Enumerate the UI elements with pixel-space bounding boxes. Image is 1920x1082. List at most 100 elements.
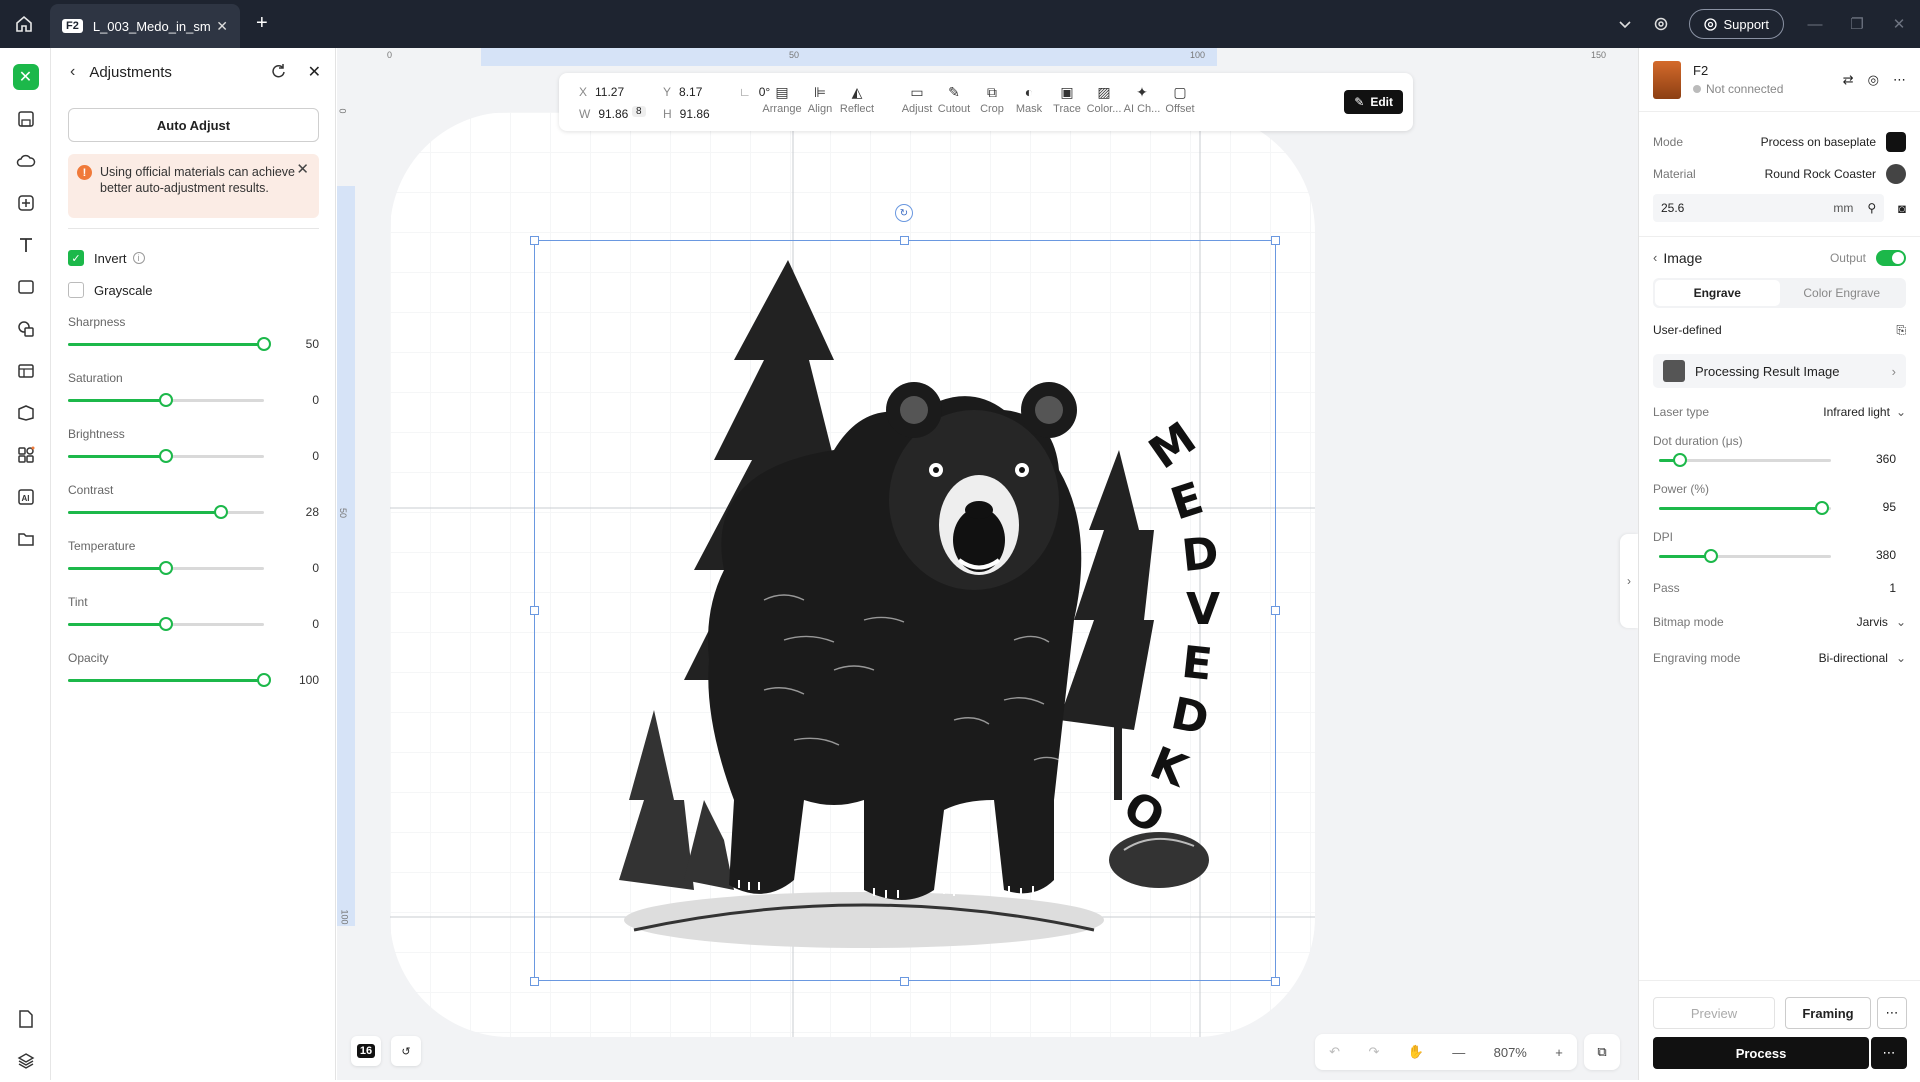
power-slider[interactable]: Power (%) 95 [1639, 476, 1920, 524]
chevron-down-icon[interactable] [1607, 6, 1643, 42]
minimize-icon[interactable]: — [1794, 16, 1836, 33]
thickness-input[interactable]: 25.6 mm ⚲ [1653, 194, 1885, 222]
back-chevron-icon[interactable]: ‹ [1653, 250, 1657, 265]
home-button[interactable] [0, 0, 48, 48]
resize-handle[interactable] [530, 977, 539, 986]
more-options-icon[interactable]: ⋯ [1893, 72, 1906, 88]
slider-value[interactable]: 0 [279, 393, 319, 407]
slider-thumb[interactable] [159, 617, 173, 631]
dot-duration-slider[interactable]: Dot duration (μs) 360 [1639, 428, 1920, 476]
slider-value[interactable]: 28 [279, 505, 319, 519]
slider-contrast[interactable]: Contrast 28 [68, 475, 319, 531]
slider-opacity[interactable]: Opacity 100 [68, 643, 319, 699]
edit-button[interactable]: ✎ Edit [1344, 90, 1403, 114]
rotate-handle-icon[interactable]: ↻ [895, 204, 913, 222]
selection-box[interactable] [534, 240, 1276, 981]
slider-value[interactable]: 50 [279, 337, 319, 351]
slider-thumb[interactable] [159, 393, 173, 407]
collapse-right-panel-icon[interactable]: › [1620, 534, 1638, 628]
slider-track[interactable] [68, 337, 271, 351]
material-row[interactable]: Material Round Rock Coaster [1639, 158, 1920, 190]
grayscale-checkbox[interactable] [68, 282, 84, 298]
undo-icon[interactable]: ↶ [1329, 1044, 1340, 1060]
document-tab[interactable]: F2 L_003_Medo_in_smr... ✕ [50, 4, 240, 48]
duplicate-icon[interactable]: ⧉ [1584, 1034, 1620, 1070]
invert-checkbox-row[interactable]: ✓ Invert i [68, 249, 319, 267]
slider-value[interactable]: 0 [279, 449, 319, 463]
slider-track[interactable] [68, 561, 264, 575]
resize-handle[interactable] [530, 606, 539, 615]
auto-adjust-button[interactable]: Auto Adjust [68, 108, 319, 142]
layers-stack-icon[interactable] [0, 1040, 51, 1082]
slider-sharpness[interactable]: Sharpness 50 [68, 307, 319, 363]
framing-button[interactable]: Framing [1785, 997, 1871, 1029]
preset-select[interactable]: User-defined ⎘ [1639, 314, 1920, 346]
pan-hand-icon[interactable]: ✋ [1408, 1044, 1424, 1060]
output-toggle[interactable] [1876, 249, 1906, 266]
process-more-button[interactable]: ⋯ [1871, 1037, 1907, 1069]
slider-thumb[interactable] [159, 449, 173, 463]
tab-close-icon[interactable]: ✕ [216, 18, 228, 35]
ai-image-icon[interactable]: AI [0, 476, 51, 518]
document-layers-icon[interactable] [0, 998, 51, 1040]
material-library-icon[interactable] [0, 392, 51, 434]
add-element-icon[interactable] [0, 182, 51, 224]
app-logo-icon[interactable]: ✕ [0, 56, 51, 98]
y-field[interactable]: Y 8.17 [663, 85, 702, 99]
tab-engrave[interactable]: Engrave [1655, 280, 1780, 306]
slider-track[interactable] [68, 505, 264, 519]
maximize-icon[interactable]: ❐ [1836, 15, 1878, 33]
slider-thumb[interactable] [159, 561, 173, 575]
resize-handle[interactable] [900, 236, 909, 245]
preview-button[interactable]: Preview [1653, 997, 1775, 1029]
dpi-slider[interactable]: DPI 380 [1639, 524, 1920, 572]
camera-icon[interactable]: ◙ [1898, 201, 1906, 216]
tab-color-engrave[interactable]: Color Engrave [1780, 280, 1905, 306]
device-header[interactable]: F2 Not connected ⇄ ◎ ⋯ [1639, 48, 1920, 112]
slider-tint[interactable]: Tint 0 [68, 587, 319, 643]
resize-handle[interactable] [1271, 977, 1280, 986]
zoom-level[interactable]: 807% [1494, 1045, 1527, 1060]
slider-value[interactable]: 100 [279, 673, 319, 687]
device-settings-icon[interactable]: ◎ [1868, 72, 1879, 88]
framing-more-button[interactable]: ⋯ [1877, 997, 1907, 1029]
close-panel-icon[interactable]: ✕ [308, 62, 321, 82]
close-window-icon[interactable]: ✕ [1878, 15, 1920, 33]
history-icon[interactable]: ↺ [391, 1036, 421, 1066]
slider-value[interactable]: 0 [279, 617, 319, 631]
notice-close-icon[interactable]: ✕ [296, 162, 309, 178]
invert-checkbox[interactable]: ✓ [68, 250, 84, 266]
info-icon[interactable]: i [132, 252, 145, 264]
tool-reflect[interactable]: ◭ Reflect [834, 81, 880, 116]
settings-gear-icon[interactable] [1643, 6, 1679, 42]
save-icon[interactable] [0, 98, 51, 140]
resize-handle[interactable] [1271, 236, 1280, 245]
zoom-in-icon[interactable]: + [1555, 1045, 1563, 1060]
bitmap-mode-row[interactable]: Bitmap mode Jarvis ⌄ [1639, 606, 1920, 638]
coaster-work-area[interactable]: M E D V E D K O ↻ [390, 112, 1315, 1037]
resize-handle[interactable] [900, 977, 909, 986]
zoom-out-icon[interactable]: — [1452, 1045, 1465, 1060]
shapes-icon[interactable] [0, 308, 51, 350]
resize-handle[interactable] [1271, 606, 1280, 615]
x-field[interactable]: X 11.27 [579, 85, 624, 99]
grayscale-checkbox-row[interactable]: Grayscale [68, 281, 319, 299]
width-field[interactable]: W 91.86 [579, 107, 628, 121]
redo-icon[interactable]: ↷ [1368, 1044, 1379, 1060]
canvas-area[interactable]: 0 50 100 150 0 50 100 M E D V E D K O ↻ … [337, 48, 1638, 1080]
slider-thumb[interactable] [257, 337, 271, 351]
mode-row[interactable]: Mode Process on baseplate [1639, 126, 1920, 158]
slider-saturation[interactable]: Saturation 0 [68, 363, 319, 419]
slider-track[interactable] [68, 393, 264, 407]
tool-offset[interactable]: ▢ Offset [1157, 81, 1203, 116]
new-tab-button[interactable]: + [256, 12, 268, 35]
slider-temperature[interactable]: Temperature 0 [68, 531, 319, 587]
layer-count-button[interactable]: 16 [351, 1036, 381, 1066]
text-tool-icon[interactable] [0, 224, 51, 266]
pass-row[interactable]: Pass 1 [1639, 572, 1920, 604]
processing-result-image-button[interactable]: Processing Result Image › [1653, 354, 1906, 388]
slider-value[interactable]: 0 [279, 561, 319, 575]
slider-thumb[interactable] [257, 673, 271, 687]
apps-grid-icon[interactable] [0, 434, 51, 476]
resize-handle[interactable] [530, 236, 539, 245]
